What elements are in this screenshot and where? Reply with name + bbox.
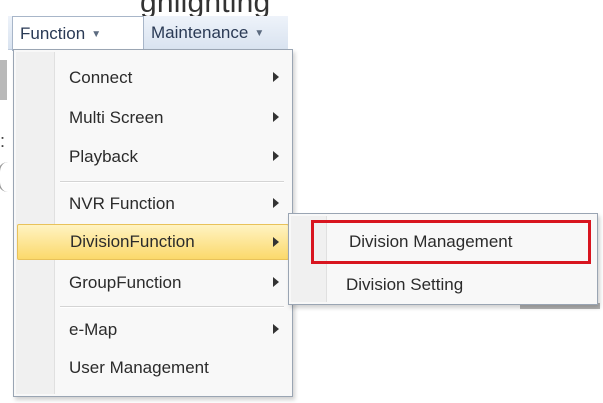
menu-maintenance[interactable]: Maintenance ▼ bbox=[144, 16, 292, 50]
menu-item-label: NVR Function bbox=[69, 194, 175, 213]
menu-item-connect[interactable]: Connect bbox=[56, 60, 288, 96]
submenu-arrow-icon bbox=[273, 72, 279, 82]
chevron-down-icon: ▼ bbox=[91, 28, 102, 40]
menu-function[interactable]: Function ▼ bbox=[12, 16, 144, 51]
function-dropdown-menu: Connect Multi Screen Playback NVR Functi… bbox=[13, 49, 293, 397]
menu-bar: Function ▼ Maintenance ▼ bbox=[8, 16, 288, 51]
menu-icon-gutter bbox=[16, 52, 55, 394]
menu-item-playback[interactable]: Playback bbox=[56, 139, 288, 175]
menu-function-label: Function bbox=[20, 24, 86, 43]
menu-item-division-management[interactable]: Division Management bbox=[311, 220, 591, 264]
background-edge-bar bbox=[0, 60, 7, 100]
menu-item-label: Division Management bbox=[349, 232, 513, 251]
background-edge-arc bbox=[0, 162, 12, 192]
menu-item-nvr-function[interactable]: NVR Function bbox=[56, 186, 288, 222]
chevron-down-icon: ▼ bbox=[254, 27, 265, 39]
menu-item-label: Division Setting bbox=[346, 275, 464, 294]
menu-item-user-management[interactable]: User Management bbox=[56, 350, 288, 386]
division-submenu: Division Management Division Setting bbox=[288, 213, 598, 305]
submenu-arrow-icon bbox=[273, 277, 279, 287]
menu-separator bbox=[60, 181, 284, 183]
menu-item-e-map[interactable]: e-Map bbox=[56, 312, 288, 348]
menu-item-label: Playback bbox=[69, 147, 138, 166]
menu-item-multi-screen[interactable]: Multi Screen bbox=[56, 100, 288, 136]
menu-maintenance-label: Maintenance bbox=[151, 23, 249, 42]
menu-item-division-function[interactable]: DivisionFunction bbox=[17, 224, 289, 260]
menu-item-label: Connect bbox=[69, 68, 133, 87]
menu-item-group-function[interactable]: GroupFunction bbox=[56, 265, 288, 301]
menu-item-label: e-Map bbox=[69, 320, 118, 339]
submenu-arrow-icon bbox=[273, 237, 279, 247]
submenu-arrow-icon bbox=[273, 198, 279, 208]
menu-item-label: DivisionFunction bbox=[70, 232, 195, 251]
menu-item-label: User Management bbox=[69, 358, 209, 377]
submenu-arrow-icon bbox=[273, 112, 279, 122]
background-edge-glyph: : bbox=[0, 131, 6, 151]
submenu-arrow-icon bbox=[273, 151, 279, 161]
menu-item-label: Multi Screen bbox=[69, 108, 164, 127]
submenu-arrow-icon bbox=[273, 324, 279, 334]
menu-item-label: GroupFunction bbox=[69, 273, 182, 292]
menu-item-division-setting[interactable]: Division Setting bbox=[331, 267, 591, 303]
menu-separator bbox=[60, 306, 284, 308]
